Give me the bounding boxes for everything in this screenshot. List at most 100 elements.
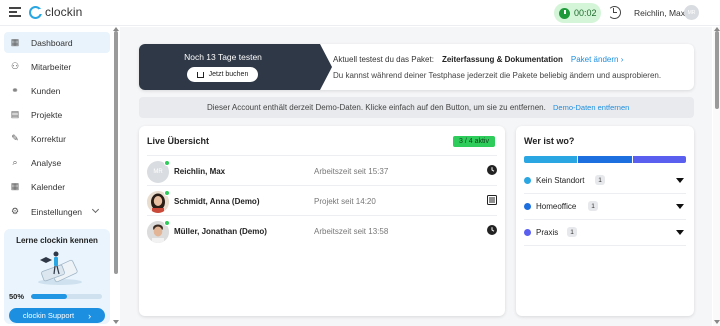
onboarding-progress-label: 50% bbox=[9, 292, 25, 301]
change-package-link-label: Paket ändern bbox=[570, 55, 619, 64]
analysis-icon: ⌕ bbox=[12, 157, 18, 167]
sidebar-item-label: Dashboard bbox=[31, 37, 73, 48]
gear-icon: ⚙ bbox=[10, 206, 20, 216]
package-name: Zeiterfassung & Dokumentation bbox=[441, 55, 563, 64]
who-is-where-card: Wer ist wo? Kein Standort 1 Homeoffice 1… bbox=[516, 126, 694, 316]
employee-status: Projekt seit 14:20 bbox=[314, 197, 376, 206]
support-button[interactable]: clockin Support › bbox=[9, 308, 105, 323]
logo-mark-icon bbox=[29, 5, 43, 19]
change-package-link[interactable]: Paket ändern › bbox=[571, 55, 624, 64]
employee-status: Arbeitszeit seit 13:58 bbox=[314, 227, 389, 236]
online-status-dot bbox=[164, 190, 170, 196]
sidebar-item-label: Mitarbeiter bbox=[31, 61, 72, 72]
sidebar-item-label: Kalender bbox=[31, 181, 66, 192]
location-name: Homeoffice bbox=[536, 202, 577, 211]
sidebar-item-label: Kunden bbox=[31, 85, 61, 96]
trial-info: Du kannst während deiner Testphase jeder… bbox=[333, 71, 662, 80]
sidebar-item-label: Analyse bbox=[31, 157, 62, 168]
onboarding-illustration-icon bbox=[38, 251, 82, 285]
user-avatar[interactable]: MR bbox=[684, 5, 699, 20]
location-name: Praxis bbox=[536, 228, 559, 237]
logo-text: clockin bbox=[45, 5, 83, 19]
main-scroll-down[interactable] bbox=[714, 320, 720, 324]
menu-toggle-icon[interactable] bbox=[9, 7, 21, 19]
location-row[interactable]: Homeoffice 1 bbox=[524, 194, 686, 220]
online-status-dot bbox=[164, 220, 170, 226]
sidebar-item-analyse[interactable]: ⌕ Analyse bbox=[4, 152, 110, 173]
sidebar-item-label: Einstellungen bbox=[31, 206, 83, 217]
team-icon: ⚇ bbox=[10, 61, 20, 71]
logo[interactable]: clockin bbox=[29, 5, 82, 19]
user-name[interactable]: Reichlin, Max bbox=[634, 8, 685, 18]
online-status-dot bbox=[164, 160, 170, 166]
sidebar-item-einstellungen[interactable]: ⚙ Einstellungen bbox=[4, 201, 110, 222]
live-row[interactable]: MR Reichlin, Max Arbeitszeit seit 15:37 bbox=[147, 155, 497, 185]
trial-package-line: Aktuell testest du das Paket: Zeiterfassu… bbox=[333, 55, 623, 64]
clock-icon bbox=[487, 165, 497, 175]
trial-panel: Noch 13 Tage testen Jetzt buchen bbox=[139, 44, 332, 90]
demo-data-notice: Dieser Account enthält derzeit Demo-Date… bbox=[139, 97, 694, 118]
onboarding-progress-fill bbox=[31, 294, 67, 299]
caret-down-icon[interactable] bbox=[676, 230, 684, 235]
location-segment-kein-standort bbox=[524, 156, 578, 163]
time-tracking-timer[interactable]: 00:02 bbox=[554, 3, 601, 23]
support-button-label: clockin Support bbox=[22, 311, 75, 320]
location-color-dot bbox=[524, 177, 531, 184]
chevron-right-icon: › bbox=[88, 310, 92, 321]
handshake-icon: ⚭ bbox=[11, 85, 19, 95]
cart-icon bbox=[196, 71, 204, 78]
top-bar: clockin 00:02 Reichlin, Max MR bbox=[0, 0, 720, 26]
location-segment-praxis bbox=[632, 156, 686, 163]
sidebar-scrollbar[interactable] bbox=[114, 31, 118, 274]
employee-status: Arbeitszeit seit 15:37 bbox=[314, 167, 389, 176]
sidebar-scroll-down[interactable] bbox=[113, 320, 119, 324]
employee-name: Schmidt, Anna (Demo) bbox=[174, 197, 260, 206]
caret-down-icon[interactable] bbox=[676, 204, 684, 209]
onboarding-title: Lerne clockin kennen bbox=[16, 236, 98, 245]
trial-banner: Noch 13 Tage testen Jetzt buchen Aktuell… bbox=[139, 44, 694, 90]
main-scroll-thumb[interactable] bbox=[715, 31, 719, 109]
project-list-icon bbox=[487, 195, 497, 205]
live-overview-card: Live Übersicht 3 / 4 aktiv MR Reichlin, … bbox=[139, 126, 505, 316]
sidebar-item-projekte[interactable]: ▤ Projekte bbox=[4, 104, 110, 125]
clock-icon bbox=[487, 225, 497, 235]
employee-name: Müller, Jonathan (Demo) bbox=[174, 227, 267, 236]
location-segment-homeoffice bbox=[578, 156, 632, 163]
calendar-icon: ▦ bbox=[10, 181, 20, 191]
trial-title: Noch 13 Tage testen bbox=[184, 52, 262, 62]
employee-name: Reichlin, Max bbox=[174, 167, 226, 176]
sidebar-item-kunden[interactable]: ⚭ Kunden bbox=[4, 80, 110, 101]
onboarding-card: Lerne clockin kennen 50% clockin Support… bbox=[4, 229, 110, 324]
location-name: Kein Standort bbox=[536, 176, 585, 185]
live-overview-title: Live Übersicht bbox=[147, 136, 210, 146]
remove-demo-data-link[interactable]: Demo-Daten entfernen bbox=[553, 103, 629, 112]
sidebar: ▦ Dashboard ⚇ Mitarbeiter ⚭ Kunden ▤ Pro… bbox=[0, 27, 120, 326]
projects-icon: ▤ bbox=[10, 109, 20, 119]
current-package-label: Aktuell testest du das Paket: bbox=[333, 55, 434, 64]
onboarding-progress-bar bbox=[31, 294, 102, 299]
location-row[interactable]: Praxis 1 bbox=[524, 220, 686, 246]
sidebar-item-label: Korrektur bbox=[31, 133, 66, 144]
clock-icon bbox=[559, 7, 570, 19]
demo-data-text: Dieser Account enthält derzeit Demo-Date… bbox=[207, 103, 546, 112]
history-icon[interactable] bbox=[608, 6, 621, 19]
buy-now-button[interactable]: Jetzt buchen bbox=[187, 67, 258, 82]
sidebar-item-kalender[interactable]: ▦ Kalender bbox=[4, 176, 110, 197]
live-row[interactable]: Müller, Jonathan (Demo) Arbeitszeit seit… bbox=[147, 215, 497, 245]
timer-value: 00:02 bbox=[574, 8, 597, 18]
buy-now-label: Jetzt buchen bbox=[208, 71, 249, 78]
caret-down-icon[interactable] bbox=[676, 178, 684, 183]
location-count-badge: 1 bbox=[588, 201, 598, 211]
location-row[interactable]: Kein Standort 1 bbox=[524, 168, 686, 194]
sidebar-item-korrektur[interactable]: ✎ Korrektur bbox=[4, 128, 110, 149]
location-count-badge: 1 bbox=[595, 175, 605, 185]
location-color-dot bbox=[524, 229, 531, 236]
live-row[interactable]: Schmidt, Anna (Demo) Projekt seit 14:20 bbox=[147, 185, 497, 215]
location-distribution-bar bbox=[524, 156, 686, 163]
main-scrollbar[interactable] bbox=[713, 27, 720, 326]
sidebar-item-dashboard[interactable]: ▦ Dashboard bbox=[4, 32, 110, 53]
location-count-badge: 1 bbox=[567, 227, 577, 237]
sidebar-item-mitarbeiter[interactable]: ⚇ Mitarbeiter bbox=[4, 56, 110, 77]
location-color-dot bbox=[524, 203, 531, 210]
dashboard-icon: ▦ bbox=[10, 37, 20, 47]
